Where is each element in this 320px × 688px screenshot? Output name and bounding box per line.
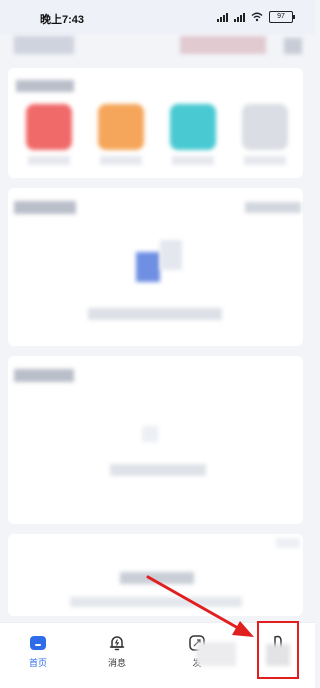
- section-2-more-blurred[interactable]: [245, 202, 301, 213]
- signal-2-icon: [234, 12, 245, 22]
- header-right-blurred[interactable]: [180, 36, 266, 54]
- section-4-text-blurred: [70, 597, 242, 607]
- section-4-title-blurred: [120, 572, 194, 584]
- battery-icon: 97: [269, 11, 295, 23]
- section-3-empty-text-blurred: [110, 464, 206, 476]
- shortcut-card-title-blurred: [16, 80, 74, 92]
- status-icons: 97: [217, 11, 295, 23]
- section-3-illustration-blurred: [142, 426, 158, 442]
- tab-messages[interactable]: 消息: [92, 633, 142, 669]
- shortcut-tile-1[interactable]: [26, 104, 72, 150]
- bell-icon: [109, 636, 125, 651]
- section-2-empty-text-blurred: [88, 308, 222, 320]
- signal-icon: [217, 12, 228, 22]
- shortcut-tile-4[interactable]: [242, 104, 288, 150]
- shortcut-tile-2[interactable]: [98, 104, 144, 150]
- tab-home-label: 首页: [28, 658, 47, 668]
- status-bar: 晚上7:43 97: [0, 0, 315, 34]
- annotation-highlight-box: [257, 621, 299, 679]
- tab-messages-label: 消息: [107, 658, 126, 668]
- header-title-blurred: [14, 36, 74, 54]
- shortcut-label-1: [28, 156, 70, 165]
- shortcut-tile-3[interactable]: [170, 104, 216, 150]
- shortcut-label-3: [172, 156, 214, 165]
- section-3-title-blurred: [14, 369, 74, 382]
- empty-state-illustration-bg: [160, 240, 182, 270]
- tab-overlay-blurred: [196, 642, 236, 666]
- status-time: 晚上7:43: [40, 14, 85, 26]
- section-2-title-blurred: [14, 201, 76, 214]
- tab-home[interactable]: 首页: [13, 633, 63, 669]
- shortcut-label-2: [100, 156, 142, 165]
- section-4-corner-blurred: [276, 538, 300, 548]
- header-icon-blurred[interactable]: [284, 38, 302, 54]
- wifi-icon: [251, 12, 263, 22]
- shortcut-label-4: [244, 156, 286, 165]
- empty-state-illustration: [136, 252, 160, 282]
- home-icon: [30, 636, 46, 650]
